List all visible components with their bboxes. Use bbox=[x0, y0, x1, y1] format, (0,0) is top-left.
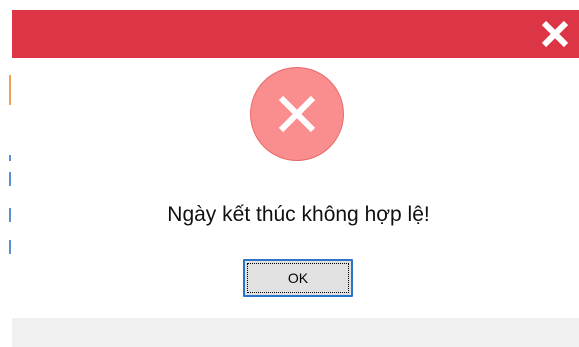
background-app-edge bbox=[0, 0, 12, 347]
error-message: Ngày kết thúc không hợp lệ! bbox=[167, 203, 430, 226]
error-dialog: Ngày kết thúc không hợp lệ! OK bbox=[12, 10, 579, 347]
background-mark bbox=[9, 75, 11, 105]
ok-button[interactable]: OK bbox=[243, 259, 353, 297]
background-mark bbox=[9, 155, 11, 161]
background-mark bbox=[9, 240, 11, 254]
close-icon bbox=[541, 20, 569, 48]
background-mark bbox=[9, 208, 11, 222]
error-x-icon bbox=[278, 95, 316, 133]
close-button[interactable] bbox=[531, 10, 579, 58]
error-icon-circle bbox=[250, 67, 344, 161]
screen: Ngày kết thúc không hợp lệ! OK bbox=[0, 0, 579, 347]
dialog-titlebar bbox=[12, 10, 579, 58]
background-mark bbox=[9, 172, 11, 186]
dialog-footer bbox=[12, 318, 579, 347]
